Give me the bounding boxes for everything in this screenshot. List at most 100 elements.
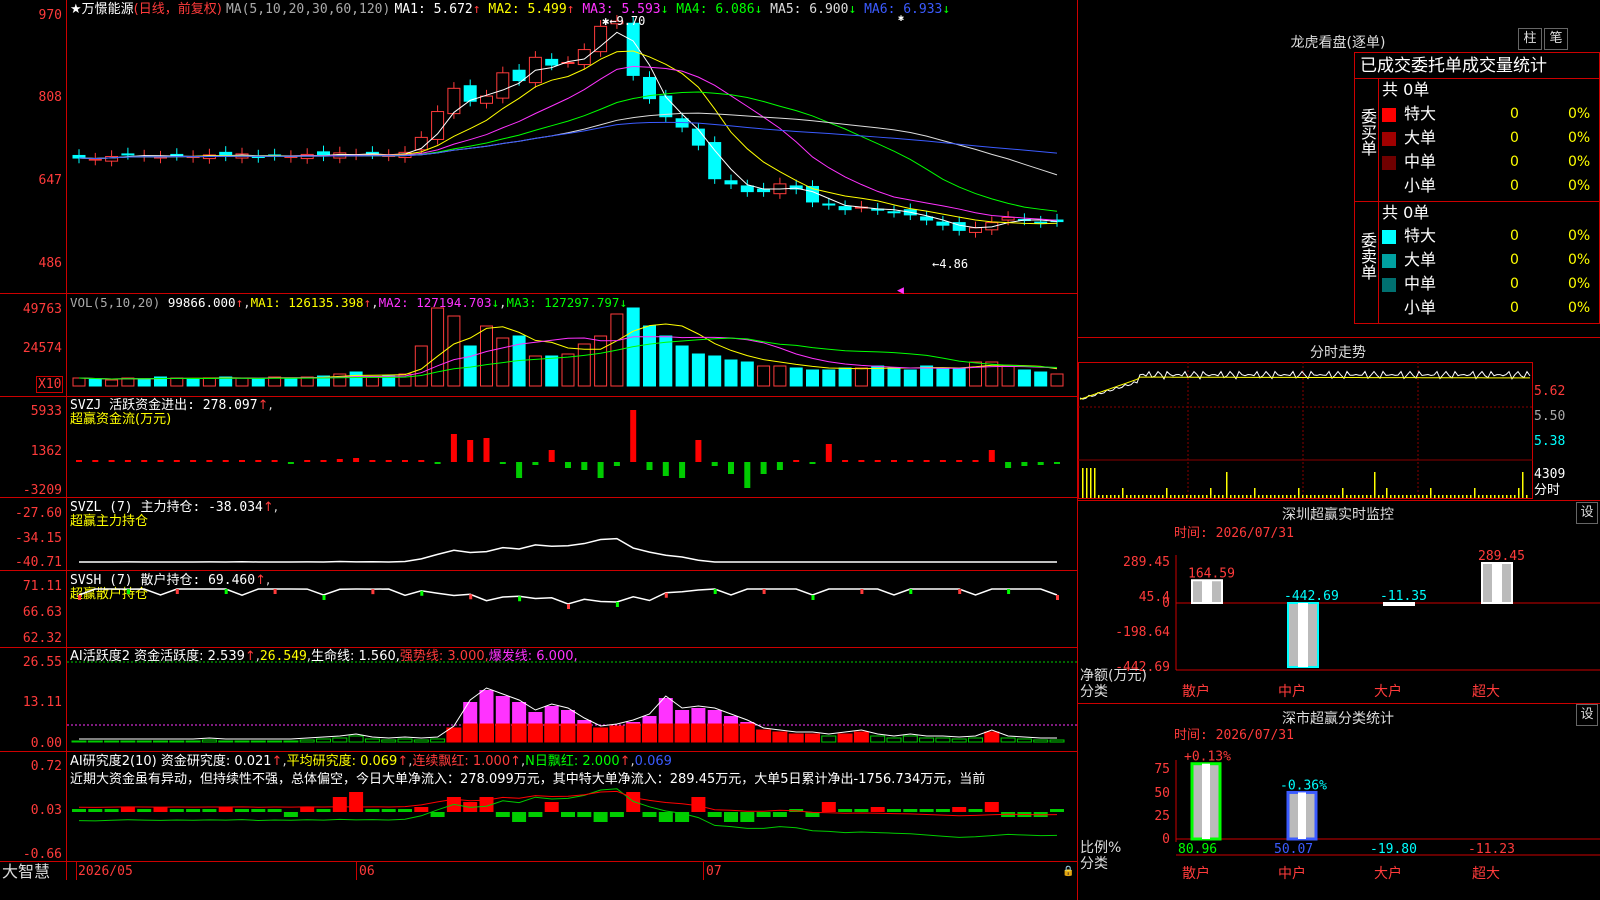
svzl-chart[interactable] bbox=[67, 498, 1077, 570]
flow-bar bbox=[434, 462, 441, 464]
intraday-vol-bar bbox=[1378, 495, 1380, 498]
order-count: 0 bbox=[1510, 276, 1519, 292]
candle-body bbox=[936, 221, 950, 226]
order-type: 特大 bbox=[1404, 104, 1437, 123]
flow-bar bbox=[548, 450, 555, 462]
intraday-vol-bar bbox=[1394, 495, 1396, 498]
svsh-chart[interactable] bbox=[67, 571, 1077, 647]
intraday-vol-bar bbox=[1430, 488, 1432, 498]
intraday-ytick: 5.62 bbox=[1534, 384, 1566, 399]
legend-swatch bbox=[1382, 301, 1396, 316]
research-bar bbox=[691, 797, 706, 812]
bar-view-button[interactable]: 柱 bbox=[1518, 28, 1542, 50]
intraday-vol-bar bbox=[1322, 495, 1324, 498]
order-count: 0 bbox=[1510, 228, 1519, 244]
research-bar bbox=[495, 812, 510, 817]
intraday-vol-bar bbox=[1262, 495, 1264, 498]
intraday-vol-bar bbox=[1126, 495, 1128, 498]
tick-view-button[interactable]: 笔 bbox=[1544, 28, 1568, 50]
order-type: 大单 bbox=[1404, 250, 1437, 269]
research-bar bbox=[300, 807, 315, 812]
svsh-tick bbox=[811, 595, 815, 600]
ai2-chart[interactable] bbox=[67, 752, 1077, 861]
sz-monitor-chart[interactable]: 289.4545.40-198.64-442.69净额(万元)分类164.59散… bbox=[1078, 540, 1600, 703]
intraday-vol-bar bbox=[1486, 495, 1488, 498]
intraday-vol-unit: 分时 bbox=[1534, 483, 1561, 498]
intraday-vol-bar bbox=[1458, 495, 1460, 498]
intraday-vol-bar bbox=[1390, 495, 1392, 498]
svsh-tick bbox=[224, 589, 228, 594]
research-bar bbox=[854, 809, 869, 812]
intraday-chart[interactable] bbox=[1078, 362, 1533, 499]
intraday-vol-bar bbox=[1082, 468, 1084, 498]
chart-panel-area[interactable]: ★万憬能源(日线，前复权) MA(5,10,20,30,60,120) MA1:… bbox=[0, 0, 1078, 900]
svsh-tick bbox=[273, 589, 277, 594]
volume-bar bbox=[1017, 369, 1031, 387]
candle-body bbox=[691, 128, 705, 146]
order-type: 中单 bbox=[1404, 274, 1437, 293]
kline-ytick: 647 bbox=[38, 173, 62, 188]
vol-chart[interactable] bbox=[67, 294, 1077, 396]
value-label: -19.80 bbox=[1370, 842, 1417, 857]
high-marker: ✱←9.70 bbox=[602, 14, 646, 28]
lhb-divider bbox=[1354, 201, 1600, 202]
active-bar bbox=[528, 712, 543, 724]
value-label: -11.23 bbox=[1468, 842, 1515, 857]
svsh-tick bbox=[713, 589, 717, 594]
legend-swatch bbox=[1382, 131, 1396, 146]
y-tick-label: 0 bbox=[1162, 832, 1170, 847]
intraday-vol-bar bbox=[1290, 495, 1292, 498]
svzl-ytick: -27.60 bbox=[15, 506, 62, 521]
flow-bar bbox=[141, 460, 148, 462]
category-label: 超大 bbox=[1472, 684, 1500, 700]
category-label: 散户 bbox=[1182, 683, 1210, 700]
volume-bar bbox=[577, 343, 591, 387]
kline-chart[interactable] bbox=[67, 0, 1077, 293]
volume-bar bbox=[72, 377, 86, 387]
settings-button[interactable]: 设 bbox=[1576, 502, 1598, 524]
flow-bar bbox=[287, 462, 294, 464]
flow-bar bbox=[450, 434, 457, 462]
candle-body bbox=[659, 95, 673, 118]
y-tick-label: 289.45 bbox=[1123, 555, 1170, 570]
y-axis-label: 比例% bbox=[1080, 840, 1121, 856]
intraday-vol-bar bbox=[1226, 472, 1228, 498]
order-count: 0 bbox=[1510, 300, 1519, 316]
flow-bar bbox=[1021, 462, 1028, 466]
flow-bar bbox=[646, 462, 653, 470]
settings-button[interactable]: 设 bbox=[1576, 704, 1598, 726]
candle-body bbox=[740, 185, 754, 193]
bar-highlight bbox=[1202, 763, 1210, 839]
order-count: 0 bbox=[1510, 178, 1519, 194]
volume-bar bbox=[675, 345, 689, 387]
intraday-vol-bar bbox=[1182, 495, 1184, 498]
order-row: 大单 0 0% bbox=[1382, 249, 1600, 271]
candle-body bbox=[121, 153, 135, 156]
intraday-vol-bar bbox=[1210, 488, 1212, 498]
ma-line bbox=[78, 65, 1058, 221]
svzj-chart[interactable] bbox=[67, 397, 1077, 497]
y-tick-label: 25 bbox=[1154, 809, 1170, 824]
legend-swatch bbox=[1382, 253, 1396, 268]
intraday-vol-bar bbox=[1190, 495, 1192, 498]
svsh-ytick: 62.32 bbox=[22, 631, 62, 646]
intraday-vol-bar bbox=[1214, 495, 1216, 498]
active-base-bar bbox=[625, 723, 641, 743]
intraday-vol-bar bbox=[1118, 495, 1120, 498]
intraday-vol-bar bbox=[1142, 495, 1144, 498]
active-base-bar bbox=[136, 740, 152, 743]
y-tick-label: 0 bbox=[1162, 596, 1170, 611]
volume-bar bbox=[822, 369, 836, 387]
sz-stats-chart[interactable]: 75 50 25 0 比例%分类 +0.13% -0.36% 80.96 散户 50.07 中户 -1… bbox=[1078, 742, 1600, 900]
flow-bar bbox=[776, 462, 783, 470]
intraday-vol-bar bbox=[1198, 495, 1200, 498]
star-icon: ✱ bbox=[602, 14, 610, 28]
intraday-vol-bar bbox=[1238, 495, 1240, 498]
ai1-chart[interactable] bbox=[67, 648, 1077, 751]
volume-bar bbox=[480, 325, 493, 387]
lock-icon[interactable]: 🔒 bbox=[1062, 864, 1074, 879]
research-bar bbox=[935, 809, 950, 812]
intraday-vol-bar bbox=[1462, 495, 1464, 498]
intraday-vol-bar bbox=[1222, 495, 1224, 498]
active-base-bar bbox=[1049, 739, 1065, 743]
